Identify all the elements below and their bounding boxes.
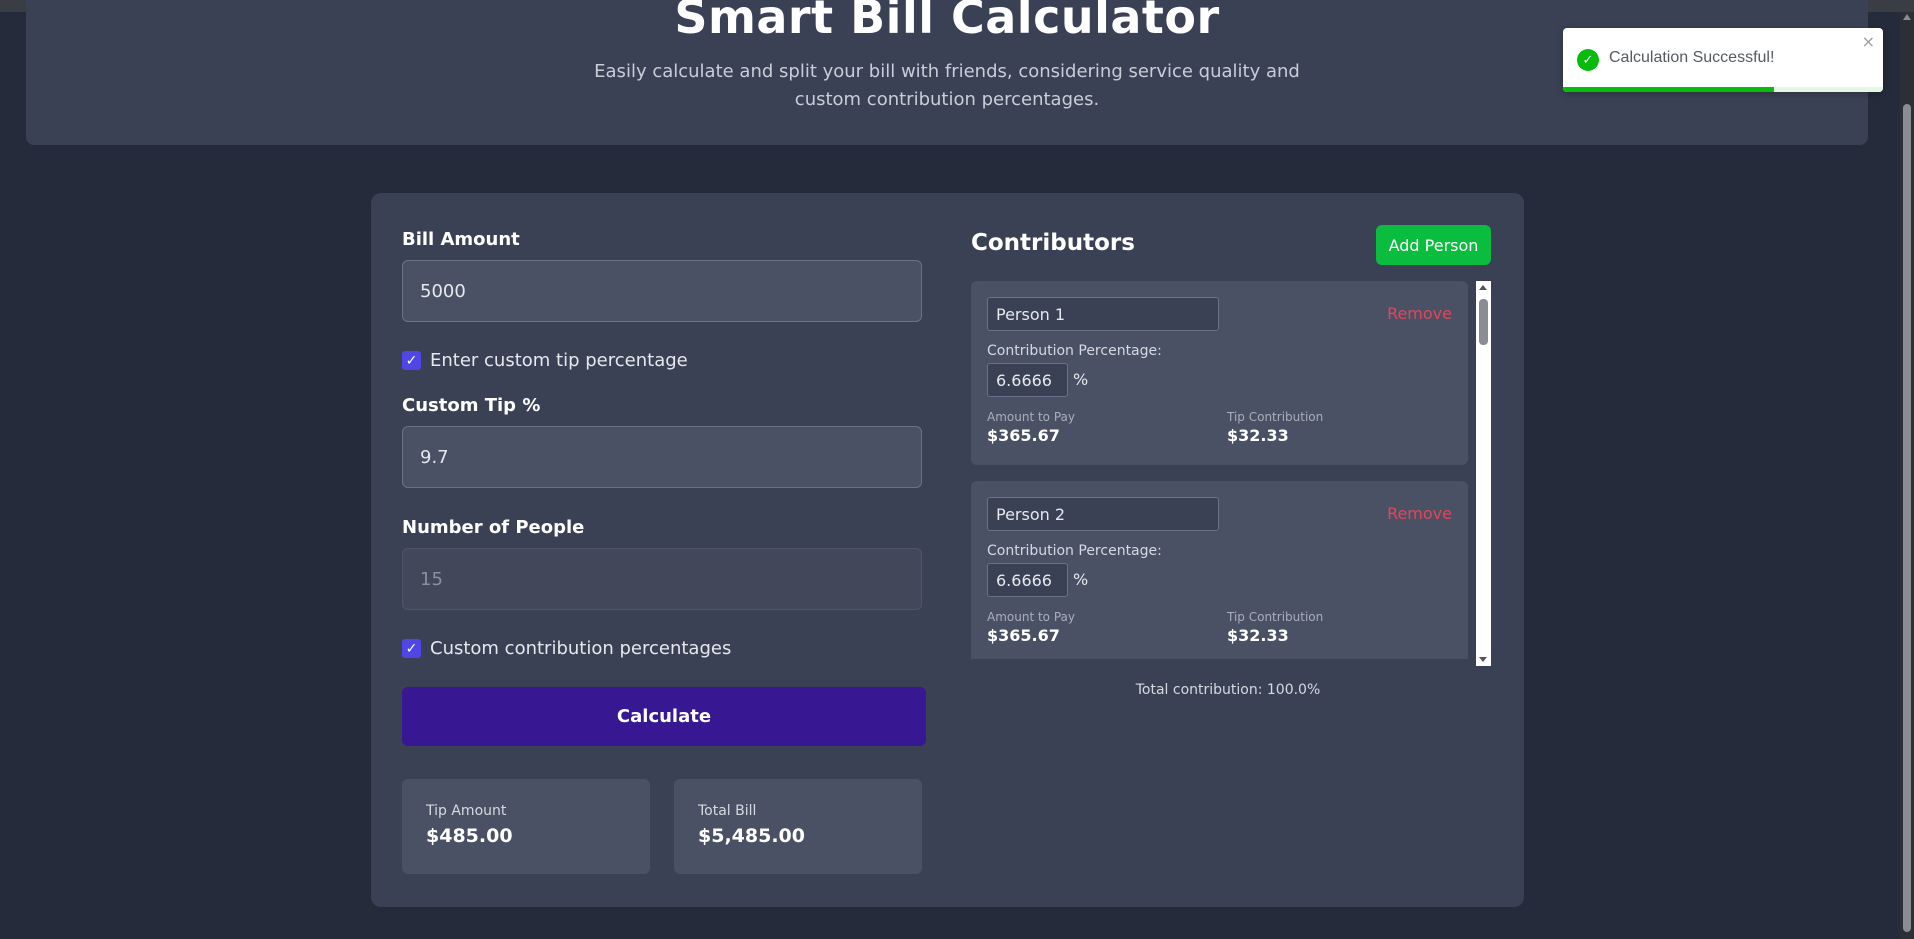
tip-contribution-label: Tip Contribution: [1227, 410, 1324, 424]
checkbox-checked-icon[interactable]: ✓: [402, 639, 421, 658]
custom-tip-toggle-label: Enter custom tip percentage: [430, 350, 688, 371]
page-scrollbar[interactable]: [1900, 12, 1914, 939]
contribution-percentage-label: Contribution Percentage:: [987, 543, 1162, 559]
contributor-card: Person 2 Remove Contribution Percentage:…: [971, 481, 1468, 659]
amount-to-pay-label: Amount to Pay: [987, 610, 1075, 624]
contribution-percentage-value: 6.6666: [996, 370, 1052, 390]
total-bill-card: Total Bill $5,485.00: [674, 779, 922, 874]
total-bill-label: Total Bill: [698, 803, 757, 819]
amount-to-pay-label: Amount to Pay: [987, 410, 1075, 424]
custom-tip-toggle[interactable]: ✓ Enter custom tip percentage: [402, 350, 688, 371]
page-scrollbar-thumb[interactable]: [1903, 104, 1911, 932]
contribution-percentage-label: Contribution Percentage:: [987, 343, 1162, 359]
percent-sign: %: [1073, 570, 1089, 589]
contributors-scrollbar[interactable]: [1476, 281, 1491, 666]
amount-to-pay-value: $365.67: [987, 426, 1060, 445]
scroll-up-arrow-icon[interactable]: [1479, 285, 1487, 290]
custom-contribution-toggle[interactable]: ✓ Custom contribution percentages: [402, 638, 731, 659]
tip-amount-value: $485.00: [426, 825, 513, 847]
tip-contribution-label: Tip Contribution: [1227, 610, 1324, 624]
remove-person-button[interactable]: Remove: [1387, 304, 1452, 323]
calculator-card: Bill Amount 5000 ✓ Enter custom tip perc…: [371, 193, 1524, 907]
contributor-name-value: Person 1: [996, 304, 1066, 324]
tip-contribution-value: $32.33: [1227, 626, 1289, 645]
custom-contribution-toggle-label: Custom contribution percentages: [430, 638, 732, 659]
tip-contribution-value: $32.33: [1227, 426, 1289, 445]
check-circle-icon: ✓: [1577, 49, 1599, 71]
checkbox-checked-icon[interactable]: ✓: [402, 351, 421, 370]
number-of-people-value: 15: [420, 568, 443, 590]
toast-message: Calculation Successful!: [1609, 49, 1775, 66]
contributor-name-input[interactable]: Person 1: [987, 297, 1219, 331]
contributor-name-input[interactable]: Person 2: [987, 497, 1219, 531]
contributor-name-value: Person 2: [996, 504, 1066, 524]
percent-sign: %: [1073, 370, 1089, 389]
close-icon[interactable]: ×: [1862, 32, 1875, 51]
number-of-people-input[interactable]: 15: [402, 548, 922, 610]
scroll-up-arrow-icon[interactable]: [1903, 14, 1911, 20]
contribution-percentage-value: 6.6666: [996, 570, 1052, 590]
amount-to-pay-value: $365.67: [987, 626, 1060, 645]
add-person-button[interactable]: Add Person: [1376, 225, 1491, 265]
toast-progress-track: [1563, 87, 1883, 92]
bill-amount-label: Bill Amount: [402, 229, 520, 250]
bill-amount-value: 5000: [420, 280, 466, 302]
bill-amount-input[interactable]: 5000: [402, 260, 922, 322]
remove-person-button[interactable]: Remove: [1387, 504, 1452, 523]
total-contribution-text: Total contribution: 100.0%: [1135, 682, 1321, 698]
tip-amount-label: Tip Amount: [426, 803, 507, 819]
contribution-percentage-input[interactable]: 6.6666: [987, 363, 1068, 397]
number-of-people-label: Number of People: [402, 517, 585, 538]
total-bill-value: $5,485.00: [698, 825, 805, 847]
toast-progress-bar: [1563, 87, 1775, 92]
contribution-percentage-input[interactable]: 6.6666: [987, 563, 1068, 597]
contributors-list: Person 1 Remove Contribution Percentage:…: [971, 281, 1485, 659]
contributor-card: Person 1 Remove Contribution Percentage:…: [971, 281, 1468, 465]
success-toast[interactable]: ✓ Calculation Successful! ×: [1563, 28, 1883, 92]
contributors-title: Contributors: [971, 230, 1135, 256]
page-subtitle: Easily calculate and split your bill wit…: [594, 61, 1300, 110]
calculate-button[interactable]: Calculate: [402, 687, 926, 746]
scrollbar-thumb[interactable]: [1479, 299, 1488, 345]
custom-tip-value: 9.7: [420, 446, 449, 468]
scroll-down-arrow-icon[interactable]: [1479, 657, 1487, 662]
custom-tip-input[interactable]: 9.7: [402, 426, 922, 488]
tip-amount-card: Tip Amount $485.00: [402, 779, 650, 874]
custom-tip-label: Custom Tip %: [402, 395, 541, 416]
